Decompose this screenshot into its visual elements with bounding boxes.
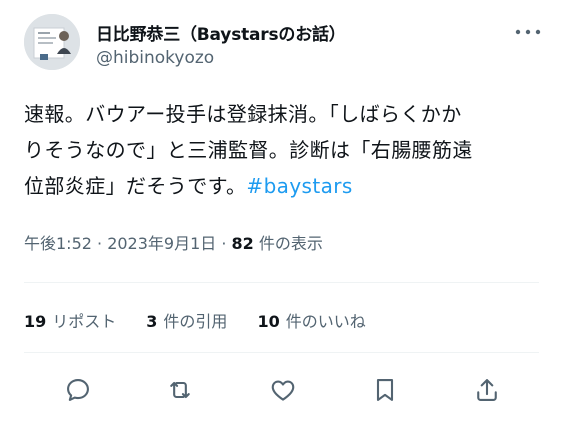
view-label: 件の表示 [253, 234, 323, 253]
bookmark-icon [376, 379, 393, 401]
share-button[interactable] [469, 372, 505, 408]
bookmark-button[interactable] [367, 372, 403, 408]
timestamp[interactable]: 午後1:52 · 2023年9月1日 · [24, 234, 232, 253]
reposts-stat[interactable]: 19 リポスト [24, 308, 116, 332]
repost-button[interactable] [162, 372, 198, 408]
likes-label: 件のいいね [285, 312, 366, 331]
tweet-text-line: りそうなので」と三浦監督。診断は「右腸腰筋遠 [24, 138, 473, 162]
avatar-photo-icon [24, 14, 80, 70]
tweet-text-segment: 位部炎症」だそうです。 [24, 174, 247, 198]
likes-stat[interactable]: 10 件のいいね [257, 308, 365, 332]
tweet-text-line: 速報。バウアー投手は登録抹消。「しばらくかか [24, 102, 462, 126]
tweet-meta: 午後1:52 · 2023年9月1日 · 82 件の表示 [24, 230, 323, 254]
avatar[interactable] [24, 14, 80, 70]
reply-button[interactable] [60, 372, 96, 408]
author-display-name[interactable]: 日比野恭三（Baystarsのお話） [96, 20, 346, 45]
divider [24, 282, 539, 283]
view-count: 82 [231, 234, 254, 253]
reposts-label: リポスト [52, 312, 117, 331]
action-bar [60, 372, 505, 408]
likes-count: 10 [257, 312, 280, 331]
more-icon [515, 29, 541, 35]
author-handle[interactable]: @hibinokyozo [96, 48, 214, 68]
more-options-button[interactable] [513, 20, 543, 44]
reply-icon [67, 379, 89, 401]
hashtag-link[interactable]: #baystars [246, 174, 352, 198]
like-button[interactable] [265, 372, 301, 408]
quotes-stat[interactable]: 3 件の引用 [146, 308, 227, 332]
tweet-text-line: 位部炎症」だそうです。#baystars [24, 168, 544, 204]
like-icon [271, 380, 294, 401]
quotes-count: 3 [146, 312, 158, 331]
repost-icon [170, 381, 191, 399]
tweet-text: 速報。バウアー投手は登録抹消。「しばらくかか りそうなので」と三浦監督。診断は「… [24, 96, 544, 204]
divider [24, 352, 539, 353]
share-icon [477, 379, 497, 401]
reposts-count: 19 [24, 312, 47, 331]
engagement-stats: 19 リポスト 3 件の引用 10 件のいいね [24, 308, 366, 332]
quotes-label: 件の引用 [163, 312, 228, 331]
